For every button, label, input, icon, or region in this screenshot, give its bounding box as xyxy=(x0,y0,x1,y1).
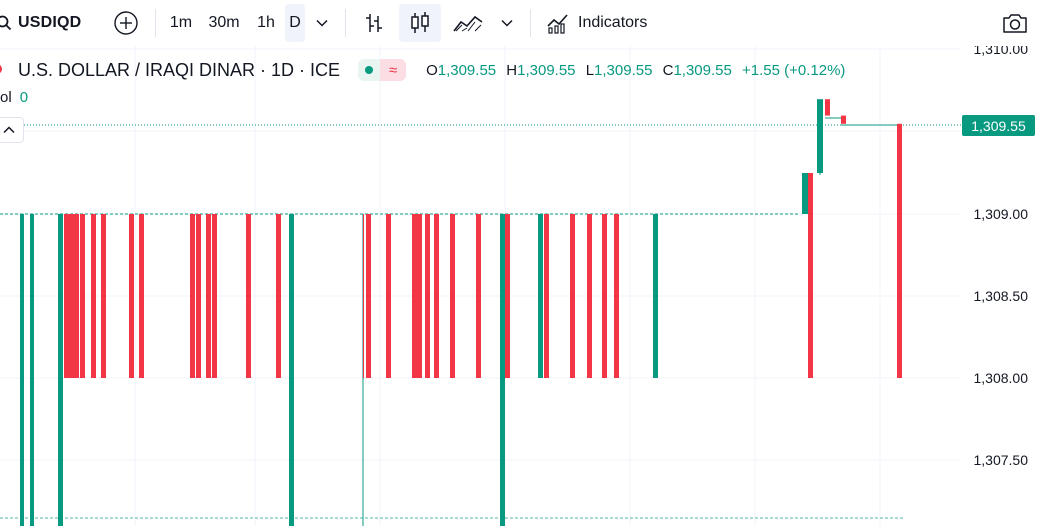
candle xyxy=(450,214,455,378)
candle xyxy=(570,214,575,378)
candle xyxy=(434,214,439,378)
candle xyxy=(101,214,106,378)
toolbar-divider xyxy=(530,9,531,37)
candle xyxy=(425,214,430,378)
price-axis: 1,310.00 1,309.00 1,308.50 1,308.00 1,30… xyxy=(974,46,1029,468)
price-axis-label: 1,307.50 xyxy=(974,452,1029,468)
area-style-button[interactable] xyxy=(450,4,486,42)
wave-icon: ≈ xyxy=(380,59,407,81)
toolbar-divider xyxy=(345,9,346,37)
candles-style-button[interactable] xyxy=(399,4,441,42)
candle xyxy=(817,99,823,173)
symbol-name: USDIQD xyxy=(18,14,82,31)
market-open-icon xyxy=(358,59,381,81)
candle xyxy=(289,214,294,526)
interval-dropdown[interactable] xyxy=(311,4,333,42)
candle xyxy=(366,214,371,378)
price-axis-label: 1,308.00 xyxy=(974,370,1029,386)
candle xyxy=(808,173,813,378)
camera-icon xyxy=(1003,14,1027,33)
compare-symbol-button[interactable] xyxy=(110,4,142,42)
area-chart-icon xyxy=(453,15,483,32)
price-axis-label: 1,308.50 xyxy=(974,288,1029,304)
candle xyxy=(825,99,830,116)
candle xyxy=(20,214,24,526)
top-toolbar: USDIQD 1m 30m 1h D Indicators xyxy=(0,0,1042,46)
close-value: 1,309.55 xyxy=(673,61,732,79)
price-axis-label: 1,310.00 xyxy=(974,46,1029,57)
interval-d[interactable]: D xyxy=(285,4,305,42)
candle xyxy=(587,214,592,378)
candle xyxy=(58,214,63,526)
chevron-down-icon xyxy=(316,19,328,27)
candle xyxy=(190,214,195,378)
bars-icon xyxy=(366,14,382,32)
ohlc-values: O1,309.55 H1,309.55 L1,309.55 C1,309.55 … xyxy=(426,61,846,79)
candle xyxy=(802,173,808,214)
candle xyxy=(476,214,481,378)
candle xyxy=(505,214,510,378)
candle xyxy=(206,214,211,378)
interval-30m[interactable]: 30m xyxy=(204,4,244,42)
change-value: +1.55 (+0.12%) xyxy=(742,61,846,79)
candle xyxy=(614,214,619,378)
collapse-legend-button[interactable] xyxy=(0,117,24,143)
indicators-icon xyxy=(547,14,568,34)
candle xyxy=(500,214,505,526)
candle xyxy=(212,214,217,378)
candle xyxy=(544,214,549,378)
open-value: 1,309.55 xyxy=(437,61,497,79)
snapshot-button[interactable] xyxy=(998,4,1032,42)
volume-label: ol xyxy=(0,89,12,106)
candle xyxy=(386,214,391,378)
interval-1h[interactable]: 1h xyxy=(252,4,280,42)
candle xyxy=(69,214,74,378)
current-price-tag: 1,309.55 xyxy=(962,115,1035,136)
indicators-label: Indicators xyxy=(578,14,648,31)
candle xyxy=(276,214,281,378)
symbol-search-button[interactable]: USDIQD xyxy=(0,4,88,42)
candle xyxy=(653,214,658,378)
chevron-down-icon xyxy=(501,19,513,27)
candle xyxy=(91,214,96,378)
volume-value: 0 xyxy=(19,89,29,106)
chart-type-dropdown[interactable] xyxy=(496,4,518,42)
market-status-pill[interactable]: ≈ xyxy=(358,59,407,81)
bars-style-button[interactable] xyxy=(358,4,390,42)
symbol-title[interactable]: U.S. DOLLAR / IRAQI DINAR · 1D · ICE xyxy=(18,60,340,81)
search-icon xyxy=(0,15,12,31)
candle xyxy=(64,214,69,378)
candle xyxy=(841,115,846,124)
candle xyxy=(80,214,85,378)
toolbar-divider xyxy=(155,9,156,37)
volume-legend: ol 0 xyxy=(0,89,28,106)
price-axis-label: 1,309.00 xyxy=(974,206,1029,222)
indicators-button[interactable]: Indicators xyxy=(542,4,666,42)
candles xyxy=(20,99,902,526)
candle xyxy=(363,214,364,378)
plus-circle-icon xyxy=(114,11,138,35)
candle xyxy=(412,214,417,378)
candle xyxy=(129,214,134,378)
candle xyxy=(602,214,607,378)
candle xyxy=(74,214,79,378)
candlestick-icon xyxy=(411,12,429,33)
price-chart[interactable]: 1,310.00 1,309.00 1,308.50 1,308.00 1,30… xyxy=(0,46,1042,526)
low-value: 1,309.55 xyxy=(594,61,653,79)
candle xyxy=(897,123,902,378)
candle xyxy=(417,214,422,378)
candle xyxy=(538,214,543,378)
candle xyxy=(196,214,201,378)
chevron-up-icon xyxy=(3,126,15,134)
candle xyxy=(246,214,251,378)
flag-icon xyxy=(0,64,2,74)
candle xyxy=(30,214,34,526)
chart-legend: U.S. DOLLAR / IRAQI DINAR · 1D · ICE ≈ O… xyxy=(0,58,845,82)
candle xyxy=(139,214,144,378)
high-value: 1,309.55 xyxy=(517,61,576,79)
interval-1m[interactable]: 1m xyxy=(166,4,196,42)
